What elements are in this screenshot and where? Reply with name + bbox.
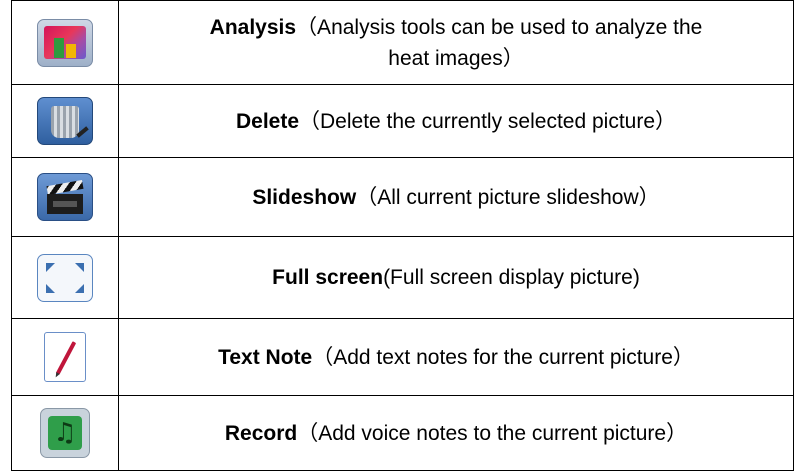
- trash-icon[interactable]: [37, 97, 93, 145]
- row-desc: （All current picture slideshow）: [356, 185, 660, 209]
- clapperboard-icon[interactable]: [37, 173, 93, 221]
- table-row: Analysis（Analysis tools can be used to a…: [11, 0, 794, 85]
- fullscreen-icon[interactable]: [37, 253, 93, 302]
- table-row: Delete（Delete the currently selected pic…: [11, 84, 794, 158]
- row-term: Full screen: [272, 266, 384, 289]
- row-desc-line2: heat images）: [388, 46, 524, 70]
- row-desc: （Add voice notes to the current picture）: [297, 421, 688, 445]
- row-term: Slideshow: [252, 185, 357, 209]
- table-row: Slideshow（All current picture slideshow）: [11, 157, 794, 237]
- row-description: Analysis（Analysis tools can be used to a…: [118, 0, 794, 85]
- row-description: Text Note（Add text notes for the current…: [118, 318, 794, 396]
- function-table: Analysis（Analysis tools can be used to a…: [11, 0, 794, 471]
- table-row: ♫ Record（Add voice notes to the current …: [11, 395, 794, 471]
- row-desc: (Full screen display picture): [383, 266, 640, 289]
- row-term: Analysis: [209, 15, 297, 39]
- row-description: Slideshow（All current picture slideshow）: [118, 157, 794, 237]
- analysis-icon[interactable]: [37, 18, 93, 67]
- row-desc: （Delete the currently selected picture）: [299, 109, 677, 133]
- row-term: Text Note: [218, 345, 313, 369]
- row-description: Delete（Delete the currently selected pic…: [118, 84, 794, 158]
- row-description: Record（Add voice notes to the current pi…: [118, 395, 794, 471]
- row-term: Record: [224, 421, 298, 445]
- row-desc: （Add text notes for the current picture）: [312, 345, 694, 369]
- table-row: Full screen(Full screen display picture): [11, 236, 794, 319]
- pencil-icon[interactable]: [44, 332, 86, 382]
- music-note-icon[interactable]: ♫: [40, 408, 90, 458]
- row-term: Delete: [235, 109, 299, 133]
- row-description: Full screen(Full screen display picture): [118, 236, 794, 319]
- table-row: Text Note（Add text notes for the current…: [11, 318, 794, 396]
- row-desc: （Analysis tools can be used to analyze t…: [296, 15, 703, 39]
